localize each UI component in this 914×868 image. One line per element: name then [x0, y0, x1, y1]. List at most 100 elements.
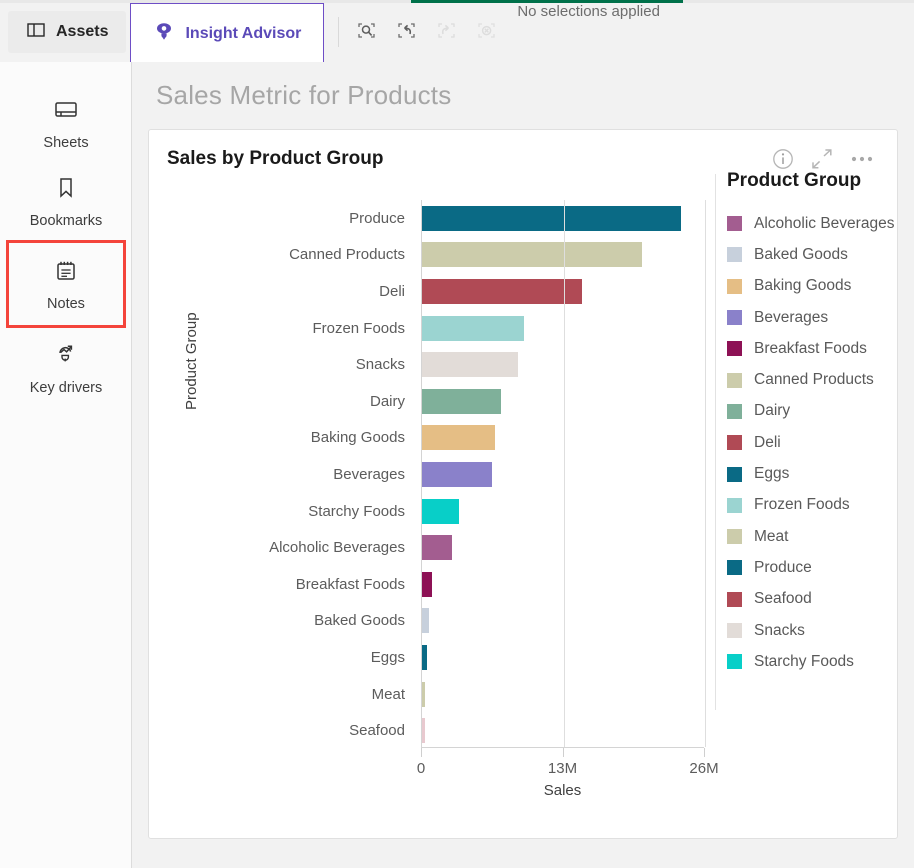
legend-item[interactable]: Snacks	[727, 615, 881, 646]
chart-bar[interactable]	[422, 681, 425, 707]
y-axis-category-label[interactable]: Meat	[197, 676, 413, 713]
chart-bar[interactable]	[422, 352, 518, 378]
page-title: Sales Metric for Products	[156, 80, 452, 110]
toolbar-divider	[338, 17, 340, 47]
bookmark-icon	[52, 174, 80, 205]
legend-swatch	[727, 623, 742, 638]
chart-plot-area	[421, 200, 706, 748]
legend-swatch	[727, 654, 742, 670]
y-axis-category-label[interactable]: Eggs	[197, 639, 413, 676]
chart-bar[interactable]	[422, 571, 432, 597]
legend-item-label: Breakfast Foods	[754, 339, 867, 357]
y-axis-category-label[interactable]: Baking Goods	[197, 420, 413, 457]
legend-item[interactable]: Canned Products	[727, 364, 881, 395]
legend-item[interactable]: Beverages	[727, 302, 881, 333]
sidebar-item-sheets-label: Sheets	[43, 134, 89, 151]
chart-bar[interactable]	[422, 644, 427, 670]
selection-search-icon[interactable]	[353, 17, 383, 47]
y-axis-category-label[interactable]: Frozen Foods	[197, 310, 413, 347]
legend-item[interactable]: Seafood	[727, 584, 881, 615]
notes-icon	[52, 257, 80, 288]
legend-swatch	[727, 216, 742, 232]
legend-swatch	[727, 435, 742, 451]
y-axis-category-label[interactable]: Baked Goods	[197, 603, 413, 640]
y-axis-category-label[interactable]: Snacks	[197, 346, 413, 383]
chart-gridline	[563, 200, 565, 747]
chart-bar[interactable]	[422, 718, 425, 744]
chart-bar[interactable]	[422, 608, 429, 634]
y-axis-category-label[interactable]: Canned Products	[197, 237, 413, 274]
x-axis-tick-label: 0	[416, 760, 426, 777]
expand-icon[interactable]	[809, 146, 835, 172]
legend-item[interactable]: Meat	[727, 521, 881, 552]
legend-item[interactable]: Baking Goods	[727, 271, 881, 302]
sidebar-item-notes-label: Notes	[47, 295, 85, 312]
x-axis-ticks: 0 13M 26M	[417, 748, 719, 777]
legend-item[interactable]: Alcoholic Beverages	[727, 208, 894, 239]
sidebar-item-sheets[interactable]: Sheets	[0, 84, 132, 162]
y-axis-category-label[interactable]: Breakfast Foods	[197, 566, 413, 603]
chart-bar[interactable]	[422, 535, 453, 561]
y-axis-category-label[interactable]: Beverages	[197, 456, 413, 493]
legend-item[interactable]: Baked Goods	[727, 239, 881, 270]
x-axis-title: Sales	[543, 782, 582, 799]
x-axis-tickmark	[562, 748, 564, 757]
legend-swatch	[727, 247, 742, 263]
tab-assets[interactable]: Assets	[8, 11, 127, 53]
legend-item[interactable]: Eggs	[727, 458, 881, 489]
app-root: Assets Insight Advisor No selections app…	[0, 0, 914, 868]
legend-swatch	[727, 403, 742, 419]
chart-legend: Product Group Alcoholic Beverages Baked G…	[715, 170, 894, 770]
x-axis-tickmark	[704, 748, 705, 757]
sidebar-item-key-drivers-label: Key drivers	[29, 379, 103, 396]
legend-item[interactable]: Dairy	[727, 396, 881, 427]
legend-item-label: Starchy Foods	[754, 652, 854, 670]
legend-item-label: Baked Goods	[754, 245, 848, 263]
legend-swatch	[727, 341, 742, 357]
more-options-icon[interactable]	[849, 154, 875, 164]
legend-swatch	[727, 497, 742, 513]
chart-bar[interactable]	[422, 315, 525, 341]
legend-item[interactable]: Deli	[727, 427, 881, 458]
main-content: Sales Metric for Products Sales by Produ…	[132, 62, 914, 868]
sidebar-item-key-drivers[interactable]: Key drivers	[0, 328, 132, 406]
tab-insight-advisor-label: Insight Advisor	[185, 24, 302, 42]
chart-bar[interactable]	[422, 498, 459, 524]
clear-selections-icon	[473, 17, 503, 47]
chart-bar[interactable]	[422, 278, 582, 304]
legend-item-label: Alcoholic Beverages	[754, 214, 895, 232]
y-axis-category-label[interactable]: Dairy	[197, 383, 413, 420]
chart-bar[interactable]	[422, 242, 642, 268]
legend-item[interactable]: Starchy Foods	[727, 646, 881, 677]
legend-item-label: Seafood	[754, 590, 812, 608]
sidebar-item-notes[interactable]: Notes	[6, 240, 126, 328]
legend-item[interactable]: Frozen Foods	[727, 490, 881, 521]
sidebar-item-bookmarks[interactable]: Bookmarks	[0, 162, 132, 240]
legend-item-label: Deli	[754, 433, 781, 451]
legend-items: Alcoholic Beverages Baked Goods Baking Goo…	[727, 208, 894, 677]
chart-bar[interactable]	[422, 205, 682, 231]
y-axis-category-label[interactable]: Alcoholic Beverages	[197, 529, 413, 566]
legend-item[interactable]: Breakfast Foods	[727, 333, 881, 364]
legend-swatch	[727, 310, 742, 326]
y-axis-category-label[interactable]: Deli	[197, 273, 413, 310]
legend-item-label: Produce	[754, 558, 812, 576]
chart-plot-wrapper: Product Group Produce Canned Products Deli…	[167, 170, 894, 825]
y-axis-category-label[interactable]: Produce	[197, 200, 413, 237]
y-axis-category-label[interactable]: Starchy Foods	[197, 493, 413, 530]
legend-swatch	[727, 278, 742, 294]
info-icon[interactable]	[771, 147, 795, 171]
legend-item-label: Dairy	[754, 402, 791, 420]
legend-swatch	[727, 529, 742, 545]
y-axis-category-label[interactable]: Seafood	[197, 712, 413, 749]
legend-divider	[715, 174, 716, 710]
key-drivers-icon	[51, 339, 81, 372]
legend-item-label: Frozen Foods	[754, 496, 850, 514]
chart-bar[interactable]	[422, 461, 492, 487]
legend-item[interactable]: Produce	[727, 552, 881, 583]
chart-bar[interactable]	[422, 425, 495, 451]
step-back-icon[interactable]	[393, 17, 423, 47]
legend-title: Product Group	[727, 170, 862, 191]
tab-insight-advisor[interactable]: Insight Advisor	[130, 3, 325, 64]
chart-bar[interactable]	[422, 388, 502, 414]
